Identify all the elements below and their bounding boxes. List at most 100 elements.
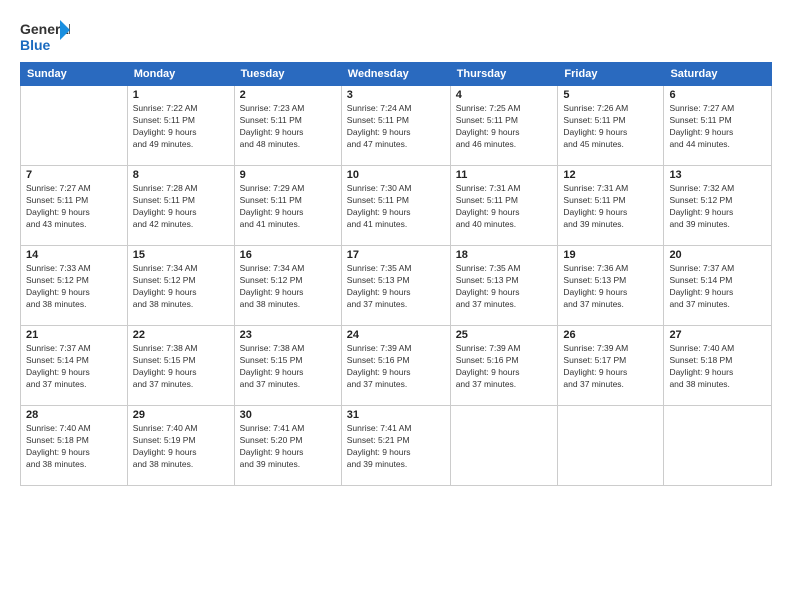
day-number: 29 <box>133 409 229 421</box>
day-info: Sunrise: 7:38 AM Sunset: 5:15 PM Dayligh… <box>133 343 229 391</box>
weekday-header: Thursday <box>450 63 558 86</box>
calendar-cell: 23 Sunrise: 7:38 AM Sunset: 5:15 PM Dayli… <box>234 326 341 406</box>
day-number: 23 <box>240 329 336 341</box>
day-info: Sunrise: 7:38 AM Sunset: 5:15 PM Dayligh… <box>240 343 336 391</box>
day-info: Sunrise: 7:22 AM Sunset: 5:11 PM Dayligh… <box>133 103 229 151</box>
calendar-cell: 8Sunrise: 7:28 AM Sunset: 5:11 PM Daylig… <box>127 166 234 246</box>
day-number: 3 <box>347 89 445 101</box>
day-number: 13 <box>669 169 766 181</box>
day-info: Sunrise: 7:41 AM Sunset: 5:21 PM Dayligh… <box>347 423 445 471</box>
calendar-cell: 10 Sunrise: 7:30 AM Sunset: 5:11 PM Dayli… <box>341 166 450 246</box>
weekday-header: Monday <box>127 63 234 86</box>
day-info: Sunrise: 7:36 AM Sunset: 5:13 PM Dayligh… <box>563 263 658 311</box>
day-number: 15 <box>133 249 229 261</box>
day-info: Sunrise: 7:40 AM Sunset: 5:19 PM Dayligh… <box>133 423 229 471</box>
day-number: 14 <box>26 249 122 261</box>
day-number: 21 <box>26 329 122 341</box>
day-info: Sunrise: 7:41 AM Sunset: 5:20 PM Dayligh… <box>240 423 336 471</box>
calendar-cell <box>664 406 772 486</box>
calendar-cell <box>21 86 128 166</box>
day-info: Sunrise: 7:24 AM Sunset: 5:11 PM Dayligh… <box>347 103 445 151</box>
logo: GeneralBlue <box>20 18 70 56</box>
calendar-cell: 16Sunrise: 7:34 AM Sunset: 5:12 PM Dayli… <box>234 246 341 326</box>
calendar-cell: 6 Sunrise: 7:27 AM Sunset: 5:11 PM Daylig… <box>664 86 772 166</box>
calendar-cell: 5Sunrise: 7:26 AM Sunset: 5:11 PM Daylig… <box>558 86 664 166</box>
calendar-cell: 24 Sunrise: 7:39 AM Sunset: 5:16 PM Dayli… <box>341 326 450 406</box>
day-info: Sunrise: 7:27 AM Sunset: 5:11 PM Dayligh… <box>669 103 766 151</box>
calendar-cell: 21 Sunrise: 7:37 AM Sunset: 5:14 PM Dayli… <box>21 326 128 406</box>
day-info: Sunrise: 7:23 AM Sunset: 5:11 PM Dayligh… <box>240 103 336 151</box>
day-info: Sunrise: 7:35 AM Sunset: 5:13 PM Dayligh… <box>347 263 445 311</box>
weekday-header: Friday <box>558 63 664 86</box>
day-number: 2 <box>240 89 336 101</box>
calendar-cell: 29 Sunrise: 7:40 AM Sunset: 5:19 PM Dayli… <box>127 406 234 486</box>
calendar-cell: 13 Sunrise: 7:32 AM Sunset: 5:12 PM Dayli… <box>664 166 772 246</box>
day-info: Sunrise: 7:37 AM Sunset: 5:14 PM Dayligh… <box>26 343 122 391</box>
day-number: 16 <box>240 249 336 261</box>
calendar-cell: 27 Sunrise: 7:40 AM Sunset: 5:18 PM Dayli… <box>664 326 772 406</box>
day-number: 31 <box>347 409 445 421</box>
calendar-table: SundayMondayTuesdayWednesdayThursdayFrid… <box>20 62 772 486</box>
calendar-week-row: 7Sunrise: 7:27 AM Sunset: 5:11 PM Daylig… <box>21 166 772 246</box>
weekday-header: Wednesday <box>341 63 450 86</box>
day-info: Sunrise: 7:30 AM Sunset: 5:11 PM Dayligh… <box>347 183 445 231</box>
calendar-cell <box>558 406 664 486</box>
calendar-cell: 7Sunrise: 7:27 AM Sunset: 5:11 PM Daylig… <box>21 166 128 246</box>
day-number: 18 <box>456 249 553 261</box>
day-number: 6 <box>669 89 766 101</box>
day-info: Sunrise: 7:34 AM Sunset: 5:12 PM Dayligh… <box>133 263 229 311</box>
day-info: Sunrise: 7:39 AM Sunset: 5:17 PM Dayligh… <box>563 343 658 391</box>
day-number: 19 <box>563 249 658 261</box>
day-number: 28 <box>26 409 122 421</box>
day-info: Sunrise: 7:39 AM Sunset: 5:16 PM Dayligh… <box>456 343 553 391</box>
calendar-cell: 11 Sunrise: 7:31 AM Sunset: 5:11 PM Dayli… <box>450 166 558 246</box>
day-number: 8 <box>133 169 229 181</box>
svg-text:Blue: Blue <box>20 37 51 53</box>
day-info: Sunrise: 7:25 AM Sunset: 5:11 PM Dayligh… <box>456 103 553 151</box>
day-info: Sunrise: 7:31 AM Sunset: 5:11 PM Dayligh… <box>563 183 658 231</box>
calendar-cell: 14 Sunrise: 7:33 AM Sunset: 5:12 PM Dayli… <box>21 246 128 326</box>
day-info: Sunrise: 7:40 AM Sunset: 5:18 PM Dayligh… <box>669 343 766 391</box>
day-number: 30 <box>240 409 336 421</box>
day-info: Sunrise: 7:35 AM Sunset: 5:13 PM Dayligh… <box>456 263 553 311</box>
calendar-cell: 1 Sunrise: 7:22 AM Sunset: 5:11 PM Daylig… <box>127 86 234 166</box>
calendar-week-row: 21 Sunrise: 7:37 AM Sunset: 5:14 PM Dayli… <box>21 326 772 406</box>
day-info: Sunrise: 7:40 AM Sunset: 5:18 PM Dayligh… <box>26 423 122 471</box>
day-info: Sunrise: 7:29 AM Sunset: 5:11 PM Dayligh… <box>240 183 336 231</box>
day-info: Sunrise: 7:31 AM Sunset: 5:11 PM Dayligh… <box>456 183 553 231</box>
calendar-week-row: 1 Sunrise: 7:22 AM Sunset: 5:11 PM Daylig… <box>21 86 772 166</box>
page-header: GeneralBlue <box>20 18 772 56</box>
calendar-cell: 25Sunrise: 7:39 AM Sunset: 5:16 PM Dayli… <box>450 326 558 406</box>
calendar-cell: 3 Sunrise: 7:24 AM Sunset: 5:11 PM Daylig… <box>341 86 450 166</box>
day-info: Sunrise: 7:39 AM Sunset: 5:16 PM Dayligh… <box>347 343 445 391</box>
calendar-cell: 19 Sunrise: 7:36 AM Sunset: 5:13 PM Dayli… <box>558 246 664 326</box>
calendar-cell: 2 Sunrise: 7:23 AM Sunset: 5:11 PM Daylig… <box>234 86 341 166</box>
calendar-cell: 18 Sunrise: 7:35 AM Sunset: 5:13 PM Dayli… <box>450 246 558 326</box>
weekday-header: Tuesday <box>234 63 341 86</box>
weekday-header-row: SundayMondayTuesdayWednesdayThursdayFrid… <box>21 63 772 86</box>
calendar-cell: 30 Sunrise: 7:41 AM Sunset: 5:20 PM Dayli… <box>234 406 341 486</box>
weekday-header: Saturday <box>664 63 772 86</box>
day-number: 10 <box>347 169 445 181</box>
day-info: Sunrise: 7:33 AM Sunset: 5:12 PM Dayligh… <box>26 263 122 311</box>
day-info: Sunrise: 7:27 AM Sunset: 5:11 PM Dayligh… <box>26 183 122 231</box>
day-number: 5 <box>563 89 658 101</box>
calendar-cell: 17 Sunrise: 7:35 AM Sunset: 5:13 PM Dayli… <box>341 246 450 326</box>
day-number: 20 <box>669 249 766 261</box>
day-number: 24 <box>347 329 445 341</box>
calendar-cell: 26Sunrise: 7:39 AM Sunset: 5:17 PM Dayli… <box>558 326 664 406</box>
day-number: 1 <box>133 89 229 101</box>
day-number: 4 <box>456 89 553 101</box>
calendar-cell <box>450 406 558 486</box>
calendar-cell: 22Sunrise: 7:38 AM Sunset: 5:15 PM Dayli… <box>127 326 234 406</box>
calendar-cell: 20Sunrise: 7:37 AM Sunset: 5:14 PM Dayli… <box>664 246 772 326</box>
day-info: Sunrise: 7:32 AM Sunset: 5:12 PM Dayligh… <box>669 183 766 231</box>
calendar-week-row: 14 Sunrise: 7:33 AM Sunset: 5:12 PM Dayli… <box>21 246 772 326</box>
day-number: 11 <box>456 169 553 181</box>
calendar-cell: 9Sunrise: 7:29 AM Sunset: 5:11 PM Daylig… <box>234 166 341 246</box>
day-number: 27 <box>669 329 766 341</box>
day-number: 12 <box>563 169 658 181</box>
calendar-cell: 31 Sunrise: 7:41 AM Sunset: 5:21 PM Dayli… <box>341 406 450 486</box>
weekday-header: Sunday <box>21 63 128 86</box>
day-number: 17 <box>347 249 445 261</box>
